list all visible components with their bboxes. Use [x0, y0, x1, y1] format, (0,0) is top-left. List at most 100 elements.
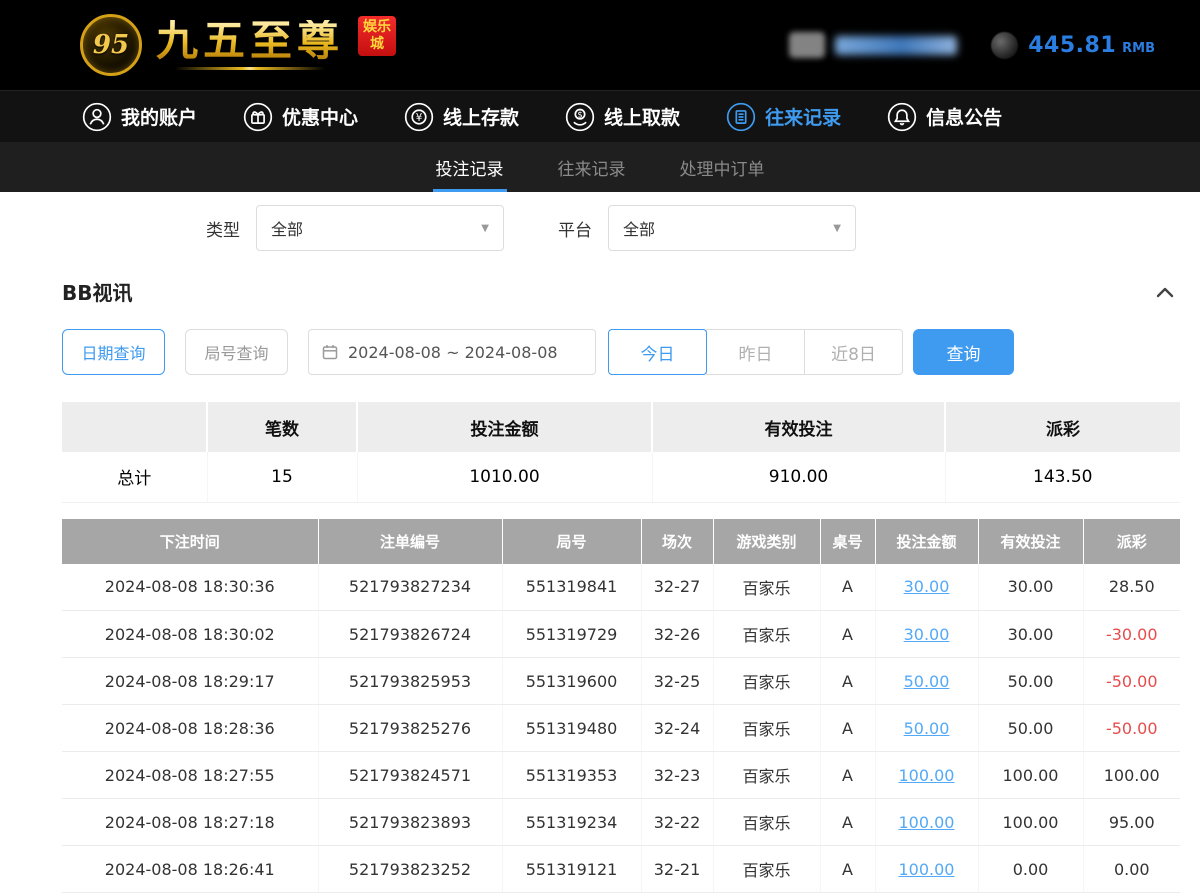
col-header-bet-id: 注单编号	[318, 519, 502, 564]
nav-item-label: 信息公告	[926, 103, 1002, 130]
date-range-input[interactable]: 2024-08-08 ~ 2024-08-08	[308, 329, 596, 375]
nav-item-label: 线上取款	[604, 103, 680, 130]
cell-valid-bet: 30.00	[978, 564, 1083, 611]
summary-payout-value: 143.50	[945, 452, 1180, 502]
cell-round: 551319234	[502, 799, 641, 846]
cell-valid-bet: 50.00	[978, 658, 1083, 705]
cell-bet-id: 521793827234	[318, 564, 502, 611]
date-shortcut-group: 今日 昨日 近8日	[608, 329, 903, 375]
bet-amount-link[interactable]: 30.00	[904, 577, 950, 596]
summary-total-label: 总计	[62, 452, 207, 502]
cell-bet-amount: 100.00	[875, 846, 978, 893]
cell-payout: 28.50	[1083, 564, 1180, 611]
col-header-bet-time: 下注时间	[62, 519, 318, 564]
summary-header-empty	[62, 402, 207, 452]
cell-game-type: 百家乐	[713, 752, 820, 799]
gift-icon	[243, 102, 273, 132]
cell-payout: 0.00	[1083, 846, 1180, 893]
search-button[interactable]: 查询	[913, 329, 1014, 375]
tab-label: 往来记录	[558, 155, 626, 180]
cell-round: 551319480	[502, 705, 641, 752]
type-select[interactable]: 全部 ▼	[256, 205, 504, 251]
svg-text:$: $	[577, 109, 582, 119]
cell-session: 32-22	[641, 799, 713, 846]
bet-amount-link[interactable]: 50.00	[904, 672, 950, 691]
tab-transaction-records[interactable]: 往来记录	[555, 142, 629, 192]
nav-item-my-account[interactable]: 我的账户	[82, 102, 197, 132]
username-redacted	[789, 32, 957, 58]
col-header-session: 场次	[641, 519, 713, 564]
bet-amount-link[interactable]: 100.00	[899, 860, 955, 879]
cell-payout: 100.00	[1083, 752, 1180, 799]
cell-session: 32-21	[641, 846, 713, 893]
nav-item-withdraw[interactable]: $ 线上取款	[565, 102, 680, 132]
nav-item-announcements[interactable]: 信息公告	[887, 102, 1002, 132]
logo-title: 九五至尊	[156, 20, 344, 62]
nav-item-records[interactable]: 往来记录	[726, 102, 841, 132]
cell-bet-time: 2024-08-08 18:27:18	[62, 799, 318, 846]
today-button[interactable]: 今日	[608, 329, 707, 375]
bet-amount-link[interactable]: 30.00	[904, 625, 950, 644]
cell-bet-time: 2024-08-08 18:26:41	[62, 846, 318, 893]
nav-item-label: 往来记录	[765, 103, 841, 130]
withdraw-icon: $	[565, 102, 595, 132]
last-8-days-button[interactable]: 近8日	[804, 329, 903, 375]
summary-total-row: 总计 15 1010.00 910.00 143.50	[62, 452, 1180, 502]
cell-bet-id: 521793825953	[318, 658, 502, 705]
cell-valid-bet: 50.00	[978, 705, 1083, 752]
cell-payout: 95.00	[1083, 799, 1180, 846]
cell-valid-bet: 30.00	[978, 611, 1083, 658]
col-header-game-type: 游戏类别	[713, 519, 820, 564]
cell-valid-bet: 100.00	[978, 752, 1083, 799]
cell-bet-amount: 50.00	[875, 658, 978, 705]
summary-table: 笔数 投注金额 有效投注 派彩 总计 15 1010.00 910.00 143…	[62, 402, 1180, 503]
bell-icon	[887, 102, 917, 132]
cell-bet-time: 2024-08-08 18:30:02	[62, 611, 318, 658]
cell-session: 32-26	[641, 611, 713, 658]
platform-select[interactable]: 全部 ▼	[608, 205, 856, 251]
platform-select-value: 全部	[623, 216, 655, 240]
type-select-value: 全部	[271, 216, 303, 240]
cell-session: 32-27	[641, 564, 713, 611]
records-icon	[726, 102, 756, 132]
nav-item-label: 线上存款	[443, 103, 519, 130]
date-query-button[interactable]: 日期查询	[62, 329, 165, 375]
col-header-payout: 派彩	[1083, 519, 1180, 564]
bet-table-body: 2024-08-08 18:30:36521793827234551319841…	[62, 564, 1180, 893]
cell-valid-bet: 0.00	[978, 846, 1083, 893]
tab-bet-records[interactable]: 投注记录	[433, 142, 507, 192]
col-header-round: 局号	[502, 519, 641, 564]
bet-amount-link[interactable]: 100.00	[899, 766, 955, 785]
round-query-button[interactable]: 局号查询	[185, 329, 288, 375]
cell-game-type: 百家乐	[713, 705, 820, 752]
main-nav: 我的账户 优惠中心 ¥ 线上存款	[0, 90, 1200, 142]
platform-filter-label: 平台	[558, 216, 592, 241]
yesterday-button[interactable]: 昨日	[706, 329, 805, 375]
cell-round: 551319600	[502, 658, 641, 705]
cell-game-type: 百家乐	[713, 564, 820, 611]
nav-item-deposit[interactable]: ¥ 线上存款	[404, 102, 519, 132]
bet-amount-link[interactable]: 100.00	[899, 813, 955, 832]
section-head: BB视讯	[62, 277, 1180, 306]
tab-label: 投注记录	[436, 155, 504, 180]
bet-amount-link[interactable]: 50.00	[904, 719, 950, 738]
nav-item-label: 优惠中心	[282, 103, 358, 130]
cell-bet-time: 2024-08-08 18:28:36	[62, 705, 318, 752]
type-filter-label: 类型	[206, 216, 240, 241]
collapse-chevron-up-icon[interactable]	[1150, 279, 1180, 305]
tab-processing-orders[interactable]: 处理中订单	[677, 142, 768, 192]
cell-valid-bet: 100.00	[978, 799, 1083, 846]
col-header-bet-amount: 投注金额	[875, 519, 978, 564]
cell-bet-id: 521793826724	[318, 611, 502, 658]
filter-row: 类型 全部 ▼ 平台 全部 ▼	[206, 205, 1200, 251]
cell-payout: -30.00	[1083, 611, 1180, 658]
cell-table-no: A	[820, 846, 875, 893]
summary-header-valid-bet: 有效投注	[652, 402, 945, 452]
calendar-icon	[321, 343, 339, 361]
logo-flourish	[175, 67, 325, 70]
summary-header-row: 笔数 投注金额 有效投注 派彩	[62, 402, 1180, 452]
site-logo[interactable]: 95 九五至尊 娱乐城	[80, 14, 396, 76]
nav-item-promotions[interactable]: 优惠中心	[243, 102, 358, 132]
cell-session: 32-23	[641, 752, 713, 799]
cell-table-no: A	[820, 564, 875, 611]
